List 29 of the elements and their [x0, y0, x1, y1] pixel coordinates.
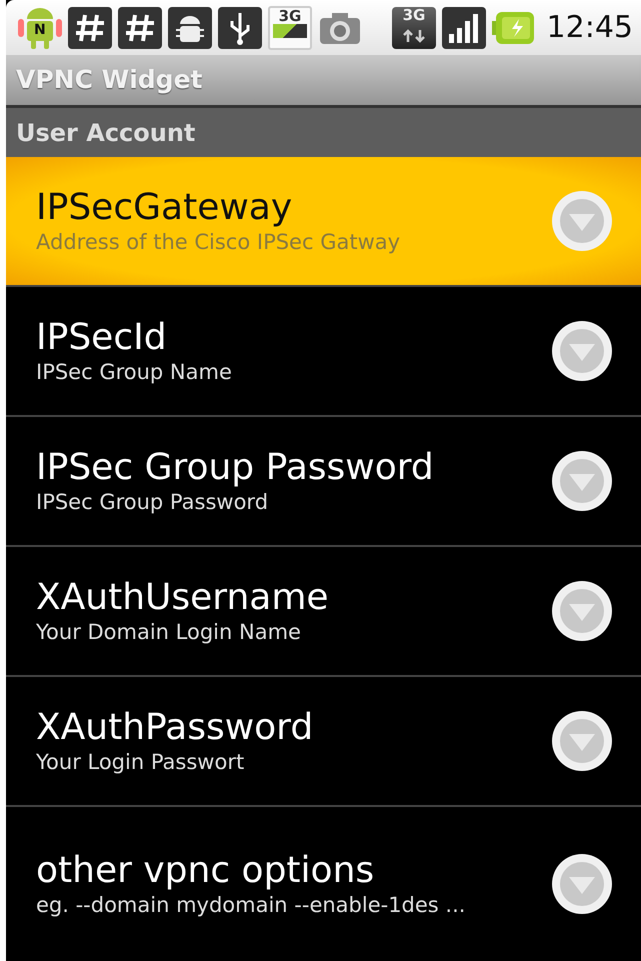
preference-item[interactable]: IPSecGateway Address of the Cisco IPSec Gatway: [6, 157, 641, 287]
preference-summary: Your Domain Login Name: [36, 619, 302, 646]
preference-item[interactable]: XAuthPassword Your Login Passwort: [6, 677, 641, 807]
preference-title: XAuthPassword: [36, 706, 314, 750]
preference-summary: Your Login Passwort: [36, 749, 246, 776]
preference-title: IPSec Group Password: [36, 446, 434, 490]
preference-summary: IPSec Group Password: [36, 489, 270, 516]
preference-title: XAuthUsername: [36, 576, 329, 620]
preference-summary: IPSec Group Name: [36, 359, 232, 386]
preference-summary: Address of the Cisco IPSec Gatway: [36, 229, 400, 256]
hash-icon: [118, 6, 162, 50]
usb-icon: [218, 6, 262, 50]
signal-icon: [442, 6, 486, 50]
preference-item[interactable]: XAuthUsername Your Domain Login Name: [6, 547, 641, 677]
data-activity-icon: 3G: [392, 6, 436, 48]
badge-letter: N: [34, 20, 46, 40]
hash-icon: [68, 6, 112, 50]
preference-item[interactable]: IPSec Group Password IPSec Group Password: [6, 417, 641, 547]
preference-item[interactable]: other vpnc options eg. --domain mydomain --enable-1des ...: [6, 807, 641, 961]
app-title: VPNC Widget: [6, 55, 641, 105]
preference-summary: eg. --domain mydomain --enable-1des ...: [36, 892, 466, 919]
preference-item[interactable]: IPSecId IPSec Group Name: [6, 287, 641, 417]
preference-title: IPSecGateway: [36, 186, 294, 230]
network-type-icon: 3G: [268, 6, 312, 50]
preference-title: IPSecId: [36, 316, 168, 360]
category-header: User Account: [6, 105, 641, 157]
clock-time: 12:45: [546, 9, 633, 47]
preference-title: other vpnc options: [36, 849, 376, 892]
bug-icon: [168, 6, 212, 50]
